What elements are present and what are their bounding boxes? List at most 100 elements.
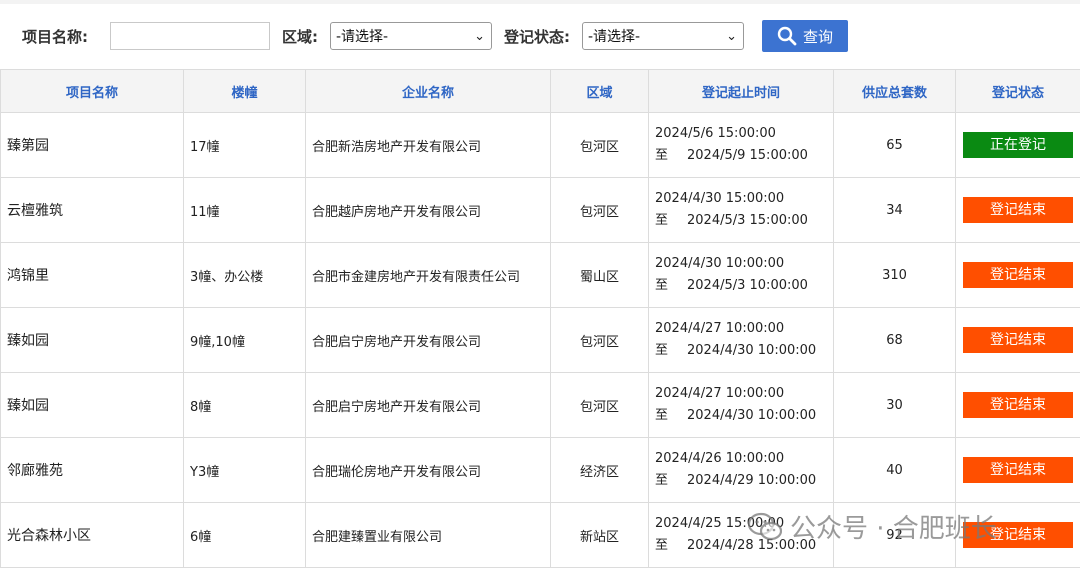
- registration-period-cell: 2024/4/26 10:00:00 至 2024/4/29 10:00:00: [648, 437, 834, 503]
- building-cell: 11幢: [183, 177, 306, 243]
- end-time-line: 至 2024/4/30 10:00:00: [655, 340, 827, 362]
- status-badge[interactable]: 登记结束: [963, 197, 1073, 223]
- building-cell: 17幢: [183, 112, 306, 178]
- header-company-name: 企业名称: [305, 69, 551, 113]
- table-row: 臻如园 9幢,10幢 合肥启宁房地产开发有限公司 包河区 2024/4/27 10:00…: [0, 307, 1080, 373]
- district-cell: 新站区: [550, 502, 649, 568]
- district-select[interactable]: -请选择- ⌄: [330, 22, 492, 50]
- project-name-link[interactable]: 邻廊雅苑: [0, 437, 184, 503]
- table-row: 云檀雅筑 11幢 合肥越庐房地产开发有限公司 包河区 2024/4/30 15:00:0…: [0, 177, 1080, 243]
- project-name-label: 项目名称:: [22, 27, 88, 46]
- table-row: 光合森林小区 6幢 合肥建臻置业有限公司 新站区 2024/4/25 15:00:00 至…: [0, 502, 1080, 568]
- end-time: 2024/4/30 10:00:00: [687, 408, 817, 423]
- start-time: 2024/4/30 10:00:00: [655, 256, 785, 271]
- start-time: 2024/5/6 15:00:00: [655, 126, 776, 141]
- company-name-cell: 合肥瑞伦房地产开发有限公司: [305, 437, 551, 503]
- header-project-name: 项目名称: [0, 69, 184, 113]
- status-label: 登记状态:: [504, 27, 570, 46]
- table-body: 臻第园 17幢 合肥新浩房地产开发有限公司 包河区 2024/5/6 15:00:00 至…: [0, 112, 1080, 568]
- header-district: 区域: [550, 69, 649, 113]
- status-badge[interactable]: 登记结束: [963, 522, 1073, 548]
- table-row: 臻如园 8幢 合肥启宁房地产开发有限公司 包河区 2024/4/27 10:00:00 至…: [0, 372, 1080, 438]
- start-time: 2024/4/30 15:00:00: [655, 191, 785, 206]
- end-time: 2024/4/28 15:00:00: [687, 538, 817, 553]
- status-select[interactable]: -请选择- ⌄: [582, 22, 744, 50]
- end-time: 2024/5/9 15:00:00: [687, 148, 808, 163]
- total-units-cell: 34: [833, 177, 956, 243]
- district-cell: 包河区: [550, 307, 649, 373]
- building-cell: 3幢、办公楼: [183, 242, 306, 308]
- total-units-cell: 65: [833, 112, 956, 178]
- project-name-link[interactable]: 鸿锦里: [0, 242, 184, 308]
- registration-period-cell: 2024/4/25 15:00:00 至 2024/4/28 15:00:00: [648, 502, 834, 568]
- building-cell: 9幢,10幢: [183, 307, 306, 373]
- registration-status-cell: 正在登记: [955, 112, 1080, 178]
- project-name-input[interactable]: [110, 22, 270, 50]
- table-header-row: 项目名称 楼幢 企业名称 区域 登记起止时间 供应总套数 登记状态: [0, 69, 1080, 113]
- to-label: 至: [655, 148, 669, 163]
- registration-status-cell: 登记结束: [955, 372, 1080, 438]
- district-select-value: -请选择-: [336, 29, 389, 45]
- company-name-cell: 合肥启宁房地产开发有限公司: [305, 372, 551, 438]
- registration-status-cell: 登记结束: [955, 307, 1080, 373]
- start-time: 2024/4/27 10:00:00: [655, 386, 785, 401]
- to-label: 至: [655, 343, 669, 358]
- chevron-down-icon: ⌄: [726, 28, 737, 44]
- end-time-line: 至 2024/4/29 10:00:00: [655, 470, 827, 492]
- end-time-line: 至 2024/5/3 15:00:00: [655, 210, 827, 232]
- registration-table: 项目名称 楼幢 企业名称 区域 登记起止时间 供应总套数 登记状态 臻第园 17幢 合肥新浩房地…: [0, 69, 1080, 568]
- registration-status-cell: 登记结束: [955, 177, 1080, 243]
- registration-status-cell: 登记结束: [955, 437, 1080, 503]
- to-label: 至: [655, 278, 669, 293]
- table-row: 鸿锦里 3幢、办公楼 合肥市金建房地产开发有限责任公司 蜀山区 2024/4/30 10…: [0, 242, 1080, 308]
- district-cell: 蜀山区: [550, 242, 649, 308]
- registration-period-cell: 2024/4/30 10:00:00 至 2024/5/3 10:00:00: [648, 242, 834, 308]
- end-time-line: 至 2024/4/30 10:00:00: [655, 405, 827, 427]
- search-icon: [777, 26, 797, 46]
- start-time: 2024/4/27 10:00:00: [655, 321, 785, 336]
- building-cell: 6幢: [183, 502, 306, 568]
- total-units-cell: 40: [833, 437, 956, 503]
- status-badge[interactable]: 登记结束: [963, 327, 1073, 353]
- status-badge[interactable]: 登记结束: [963, 392, 1073, 418]
- total-units-cell: 310: [833, 242, 956, 308]
- registration-period-cell: 2024/4/27 10:00:00 至 2024/4/30 10:00:00: [648, 307, 834, 373]
- end-time: 2024/5/3 15:00:00: [687, 213, 808, 228]
- table-row: 邻廊雅苑 Y3幢 合肥瑞伦房地产开发有限公司 经济区 2024/4/26 10:00:0…: [0, 437, 1080, 503]
- company-name-cell: 合肥建臻置业有限公司: [305, 502, 551, 568]
- project-name-link[interactable]: 臻第园: [0, 112, 184, 178]
- end-time: 2024/5/3 10:00:00: [687, 278, 808, 293]
- header-registration-status: 登记状态: [955, 69, 1080, 113]
- header-registration-period: 登记起止时间: [648, 69, 834, 113]
- status-select-value: -请选择-: [588, 29, 641, 45]
- start-time: 2024/4/26 10:00:00: [655, 451, 785, 466]
- end-time-line: 至 2024/5/9 15:00:00: [655, 145, 827, 167]
- search-button-label: 查询: [802, 27, 833, 46]
- search-button[interactable]: 查询: [762, 20, 848, 52]
- registration-period-cell: 2024/4/27 10:00:00 至 2024/4/30 10:00:00: [648, 372, 834, 438]
- to-label: 至: [655, 538, 669, 553]
- district-cell: 经济区: [550, 437, 649, 503]
- district-cell: 包河区: [550, 112, 649, 178]
- status-badge[interactable]: 登记结束: [963, 262, 1073, 288]
- to-label: 至: [655, 473, 669, 488]
- end-time-line: 至 2024/5/3 10:00:00: [655, 275, 827, 297]
- project-name-link[interactable]: 臻如园: [0, 372, 184, 438]
- company-name-cell: 合肥市金建房地产开发有限责任公司: [305, 242, 551, 308]
- header-total-units: 供应总套数: [833, 69, 956, 113]
- district-cell: 包河区: [550, 372, 649, 438]
- end-time-line: 至 2024/4/28 15:00:00: [655, 535, 827, 557]
- status-badge[interactable]: 正在登记: [963, 132, 1073, 158]
- chevron-down-icon: ⌄: [474, 28, 485, 44]
- company-name-cell: 合肥启宁房地产开发有限公司: [305, 307, 551, 373]
- building-cell: 8幢: [183, 372, 306, 438]
- total-units-cell: 92: [833, 502, 956, 568]
- project-name-link[interactable]: 光合森林小区: [0, 502, 184, 568]
- district-label: 区域:: [282, 27, 318, 46]
- registration-status-cell: 登记结束: [955, 242, 1080, 308]
- to-label: 至: [655, 408, 669, 423]
- company-name-cell: 合肥新浩房地产开发有限公司: [305, 112, 551, 178]
- project-name-link[interactable]: 臻如园: [0, 307, 184, 373]
- project-name-link[interactable]: 云檀雅筑: [0, 177, 184, 243]
- status-badge[interactable]: 登记结束: [963, 457, 1073, 483]
